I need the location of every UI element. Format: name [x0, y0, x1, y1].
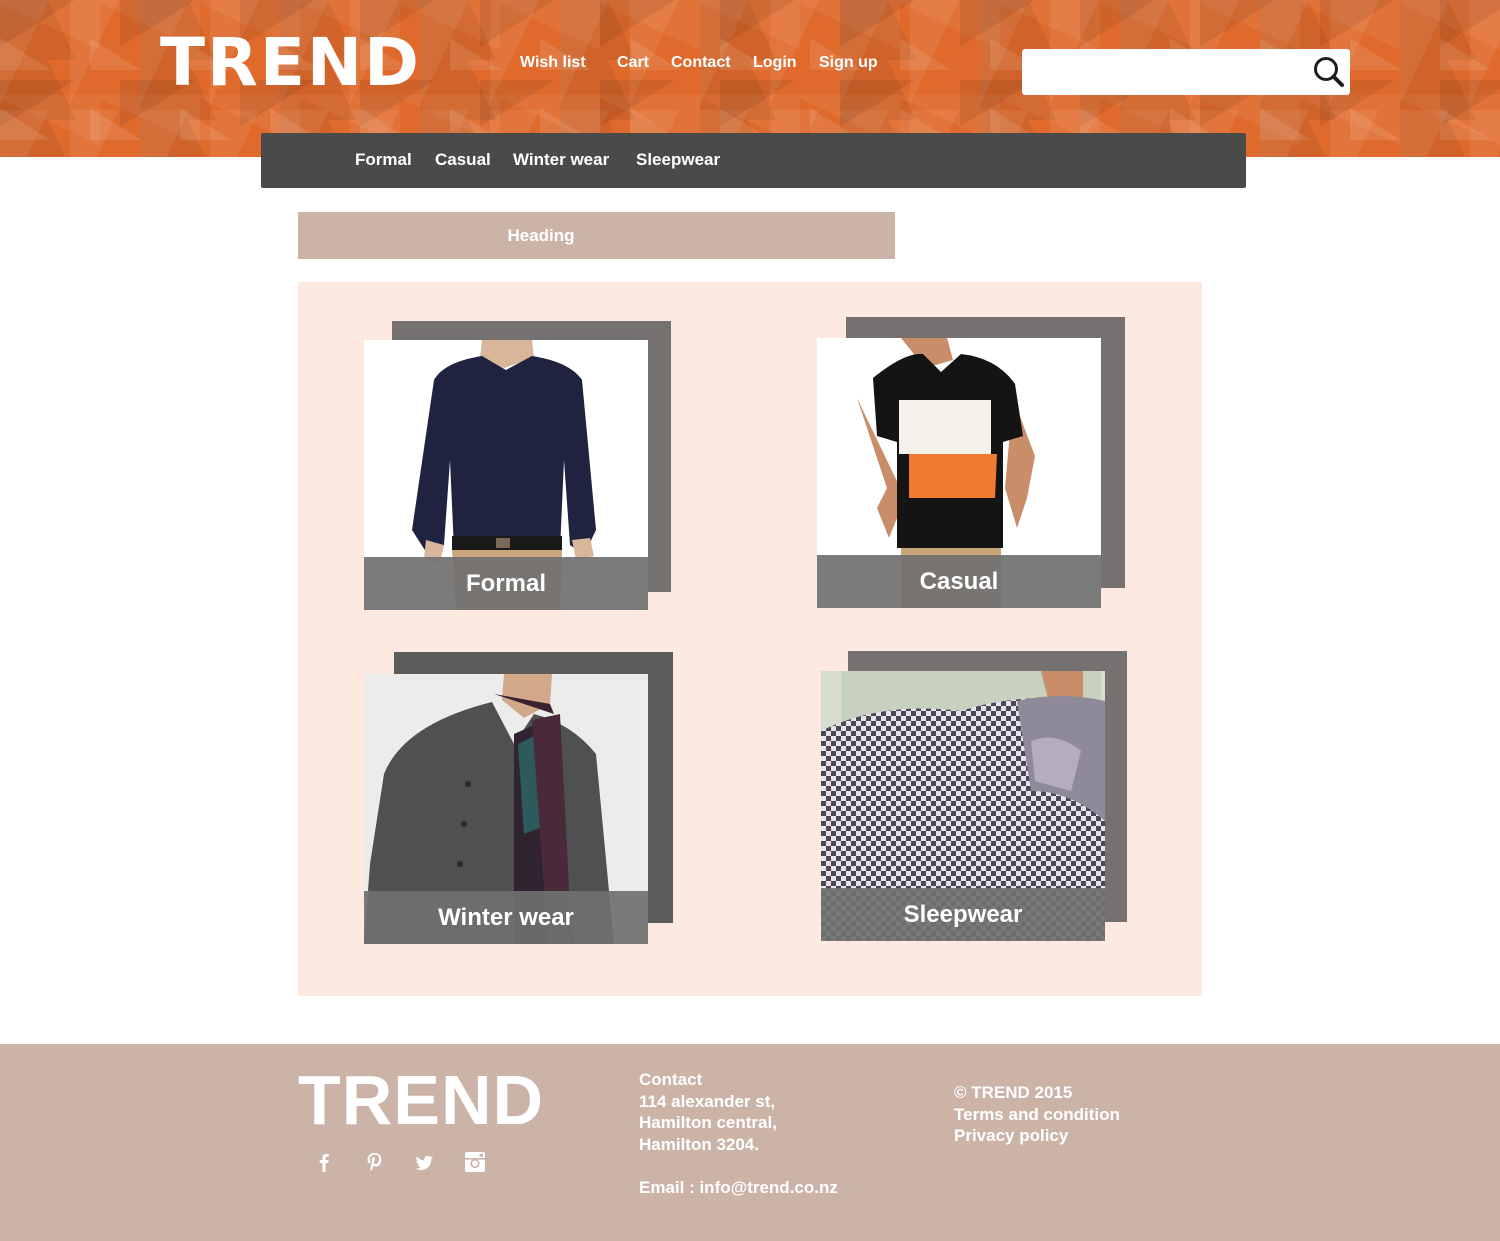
tile-sleepwear-label: Sleepwear — [821, 888, 1105, 941]
twitter-icon[interactable] — [412, 1150, 436, 1174]
search-icon[interactable] — [1311, 55, 1345, 89]
tile-formal-label: Formal — [364, 557, 648, 610]
tile-formal[interactable]: Formal — [364, 340, 648, 610]
terms-link[interactable]: Terms and condition — [954, 1104, 1120, 1126]
nav-contact-link[interactable]: Contact — [671, 52, 731, 74]
nav-cart-link[interactable]: Cart — [617, 52, 649, 74]
contact-email[interactable]: Email : info@trend.co.nz — [639, 1177, 838, 1199]
section-heading-bar: Heading — [298, 212, 895, 259]
category-nav: Formal Casual Winter wear Sleepwear — [261, 133, 1246, 188]
tile-casual-label: Casual — [817, 555, 1101, 608]
category-casual-link[interactable]: Casual — [435, 149, 491, 171]
copyright-text: © TREND 2015 — [954, 1083, 1073, 1102]
instagram-icon[interactable] — [463, 1150, 487, 1174]
footer-contact: Contact 114 alexander st, Hamilton centr… — [639, 1069, 838, 1198]
tile-casual[interactable]: Casual — [817, 338, 1101, 608]
footer-logo[interactable]: TREND — [298, 1064, 544, 1136]
tile-sleepwear[interactable]: Sleepwear — [821, 671, 1105, 941]
address-line: Hamilton central, — [639, 1113, 777, 1132]
nav-wish-list-link[interactable]: Wish list — [520, 52, 586, 74]
search-input[interactable] — [1030, 57, 1310, 87]
category-formal-link[interactable]: Formal — [355, 149, 412, 171]
contact-title: Contact — [639, 1070, 703, 1089]
tile-winter-wear-label: Winter wear — [364, 891, 648, 944]
pinterest-icon[interactable] — [363, 1150, 387, 1174]
address-line: 114 alexander st, — [639, 1091, 776, 1111]
site-logo[interactable]: TREND — [160, 28, 421, 98]
footer-legal: © TREND 2015 Terms and condition Privacy… — [954, 1082, 1120, 1147]
section-heading: Heading — [507, 226, 575, 245]
search-box — [1022, 49, 1350, 95]
privacy-link[interactable]: Privacy policy — [954, 1125, 1120, 1147]
nav-signup-link[interactable]: Sign up — [819, 52, 878, 74]
category-winter-wear-link[interactable]: Winter wear — [513, 149, 609, 171]
nav-login-link[interactable]: Login — [753, 52, 797, 74]
tile-winter-wear[interactable]: Winter wear — [364, 674, 648, 944]
category-sleepwear-link[interactable]: Sleepwear — [636, 149, 720, 171]
address-line: Hamilton 3204. — [639, 1134, 759, 1154]
facebook-icon[interactable] — [312, 1150, 336, 1174]
